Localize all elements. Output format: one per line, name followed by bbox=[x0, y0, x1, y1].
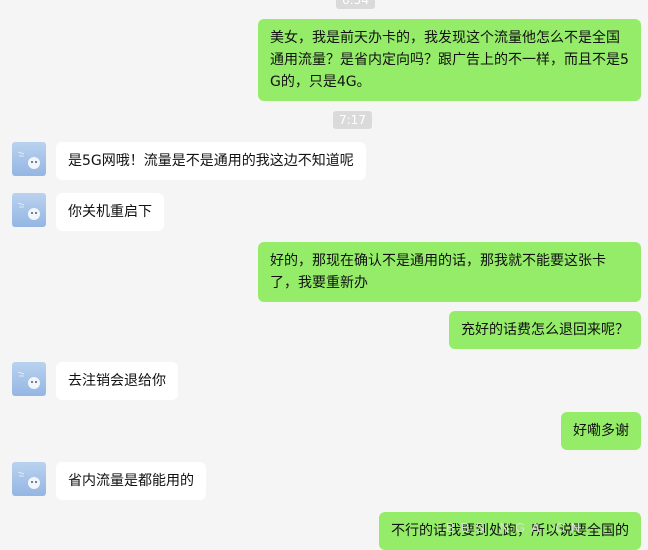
contact-avatar[interactable] bbox=[12, 362, 46, 396]
message-received[interactable]: 是5G网哦！流量是不是通用的我这边不知道呢 bbox=[56, 142, 366, 180]
avatar-cat-icon bbox=[17, 471, 40, 489]
message-received[interactable]: 你关机重启下 bbox=[56, 193, 164, 231]
avatar-cat-icon bbox=[17, 202, 40, 220]
timestamp-top: 6:54 bbox=[336, 0, 375, 9]
avatar-cat-icon bbox=[17, 151, 40, 169]
message-received[interactable]: 省内流量是都能用的 bbox=[56, 462, 206, 500]
contact-avatar[interactable] bbox=[12, 462, 46, 496]
contact-avatar[interactable] bbox=[12, 193, 46, 227]
message-sent[interactable]: 美女，我是前天办卡的，我发现这个流量他怎么不是全国通用流量？是省内定向吗？跟广告… bbox=[258, 19, 641, 101]
avatar-cat-icon bbox=[17, 371, 40, 389]
message-sent[interactable]: 好嘞多谢 bbox=[561, 412, 641, 450]
contact-avatar[interactable] bbox=[12, 142, 46, 176]
message-sent[interactable]: 充好的话费怎么退回来呢？ bbox=[449, 311, 641, 349]
timestamp: 7:17 bbox=[333, 111, 372, 129]
message-sent[interactable]: 好的，那现在确认不是通用的话，那我就不能要这张卡了，我要重新办 bbox=[258, 242, 641, 302]
watermark: BBS.NGA.CN bbox=[446, 520, 587, 535]
message-received[interactable]: 去注销会退给你 bbox=[56, 362, 178, 400]
